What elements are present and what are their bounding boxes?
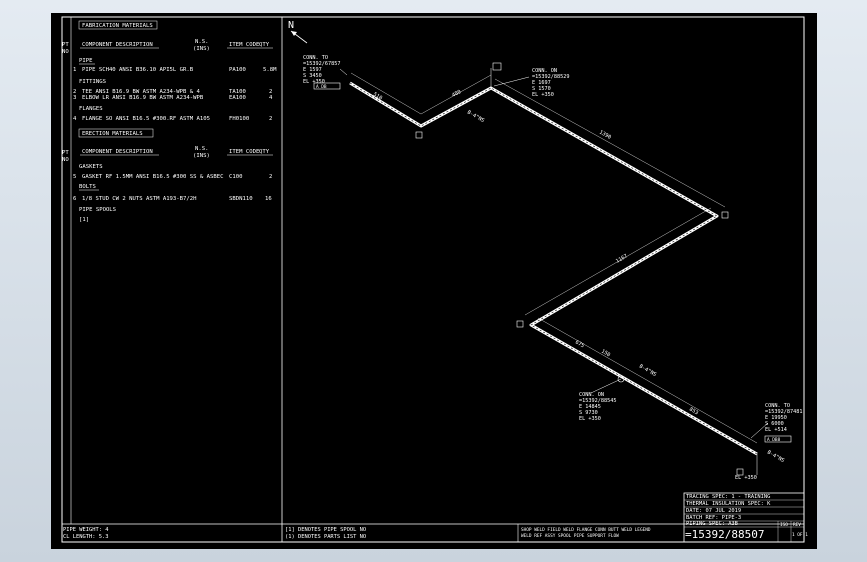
flange-row-qty: 2 — [269, 116, 272, 122]
pipe-header: PIPE — [79, 58, 93, 64]
col-item-2: ITEM CODE — [229, 149, 260, 155]
iso-drawing: FABRICATION MATERIALS PT NO COMPONENT DE… — [61, 16, 808, 543]
elbow-marker — [415, 131, 423, 139]
col-ns-unit: (INS) — [193, 46, 210, 52]
gasket-row-qty: 2 — [269, 174, 272, 180]
bolt-row-item: SBDN110 — [229, 196, 253, 202]
conn2-line: EL +350 — [532, 92, 554, 98]
tee-marker — [492, 62, 502, 71]
tb-rev-label: REV — [793, 522, 801, 528]
drawing-sheet: FABRICATION MATERIALS PT NO COMPONENT DE… — [51, 13, 817, 549]
col-qty-2: QTY — [259, 149, 270, 155]
erection-title: ERECTION MATERIALS — [82, 131, 143, 137]
fittings-header: FITTINGS — [79, 79, 106, 85]
dim-label: 480 — [451, 89, 462, 99]
col-no-2: NO — [62, 157, 69, 163]
line-tag: B-4"NS — [638, 364, 657, 379]
north-arrow: N — [288, 20, 308, 44]
flange-row-desc: FLANGE SO ANSI B16.5 #300.RF ASTM A105 — [82, 116, 210, 122]
gasket-row-desc: GASKET RF 1.5MM ANSI B16.5 #300 SS & ASB… — [82, 174, 223, 180]
tb-line-3: DATE: 07 JUL 2019 — [686, 508, 741, 514]
spools-header: PIPE SPOOLS — [79, 207, 116, 213]
tb-line-2: THERMAL INSULATION SPEC: K — [686, 501, 771, 507]
drawing-number: =15392/88507 — [685, 528, 764, 541]
pipe-row-desc: PIPE SCH40 ANSI B36.10 API5L GR.B — [82, 67, 194, 73]
col-pt-2: PT — [62, 150, 69, 156]
tb-iso-label: ISO — [780, 522, 788, 528]
bolt-row-desc: 1/8 STUD CW 2 NUTS ASTM A193-B7/2H — [82, 196, 197, 202]
north-label: N — [288, 20, 294, 31]
dim-label: 1167 — [615, 253, 629, 264]
conn4-line: EL +514 — [765, 427, 787, 433]
gasket-row-pt: 5 — [73, 174, 76, 180]
title-block: TRACING SPEC: 1 - TRAINING THERMAL INSUL… — [683, 492, 808, 543]
dim-label: 150 — [600, 349, 611, 359]
tb-line-1: TRACING SPEC: 1 - TRAINING — [686, 494, 770, 500]
line-tag: B-4"NS — [466, 110, 485, 125]
bolt-row-pt: 6 — [73, 196, 76, 202]
iso-annotations: CONN. TO =15392/67857 E 1597 S 3450 EL +… — [303, 55, 802, 481]
fitting-row-pt: 3 — [73, 95, 76, 101]
bottom-strip: PIPE WEIGHT: 4 CL LENGTH: 5.3 [1] DENOTE… — [63, 527, 651, 540]
pipe-row-item: PA100 — [229, 67, 246, 73]
elbow-marker — [516, 320, 524, 328]
conn3-line: EL +350 — [579, 416, 601, 422]
pipe-row-pt: 1 — [73, 67, 76, 73]
elevation-label: EL +350 — [735, 475, 757, 481]
elbow-marker — [721, 211, 729, 219]
flange-row-pt: 4 — [73, 116, 77, 122]
flanges-header: FLANGES — [79, 106, 103, 112]
tb-sheet: 1 OF 1 — [792, 532, 808, 538]
col-item: ITEM CODE — [229, 42, 260, 48]
flange-tag: A DB8 — [767, 437, 781, 443]
fab-title: FABRICATION MATERIALS — [82, 23, 153, 29]
note-parts: (1) DENOTES PARTS LIST NO — [285, 534, 366, 540]
bom-table: FABRICATION MATERIALS PT NO COMPONENT DE… — [62, 20, 277, 223]
col-no: NO — [62, 49, 69, 55]
col-ns-2: N.S. — [195, 146, 208, 152]
note-spool: [1] DENOTES PIPE SPOOL NO — [285, 527, 366, 533]
col-desc: COMPONENT DESCRIPTION — [82, 42, 153, 48]
fitting-row-qty: 4 — [269, 95, 273, 101]
bolts-header: BOLTS — [79, 184, 96, 190]
fitting-row-desc: ELBOW LR ANSI B16.9 BW ASTM A234-WPB — [82, 95, 204, 101]
col-pt: PT — [62, 42, 69, 48]
bolt-row-qty: 16 — [265, 196, 272, 202]
flange-row-item: FH0100 — [229, 116, 249, 122]
spool-row: [1] — [79, 217, 89, 223]
col-ns: N.S. — [195, 39, 208, 45]
col-qty: QTY — [259, 42, 270, 48]
flange-tag: A DB — [316, 84, 327, 90]
dim-label: 1390 — [598, 130, 612, 141]
legend-line-2: WELD REF ASSY SPOOL PIPE SUPPORT FLOW — [521, 533, 619, 539]
legend-line-1: SHOP WELD FIELD WELD FLANGE CONN BUTT WE… — [521, 527, 651, 533]
pipe-weld-ticks — [349, 82, 758, 455]
pipe-route — [313, 62, 792, 476]
dim-label: 675 — [574, 340, 585, 350]
gasket-row-item: C100 — [229, 174, 242, 180]
pipe-weight: PIPE WEIGHT: 4 — [63, 527, 108, 533]
fitting-row-item: EA100 — [229, 95, 246, 101]
cl-length: CL LENGTH: 5.3 — [63, 534, 108, 540]
tb-line-5: PIPING SPEC: A3B — [686, 521, 738, 527]
pipe-centerline — [349, 81, 758, 456]
gaskets-header: GASKETS — [79, 164, 103, 170]
col-ns-unit-2: (INS) — [193, 153, 210, 159]
pipe-row-qty: 5.8M — [263, 67, 277, 73]
line-tag: B-4"NS — [766, 450, 785, 465]
col-desc-2: COMPONENT DESCRIPTION — [82, 149, 153, 155]
dim-label: 510 — [372, 92, 383, 102]
